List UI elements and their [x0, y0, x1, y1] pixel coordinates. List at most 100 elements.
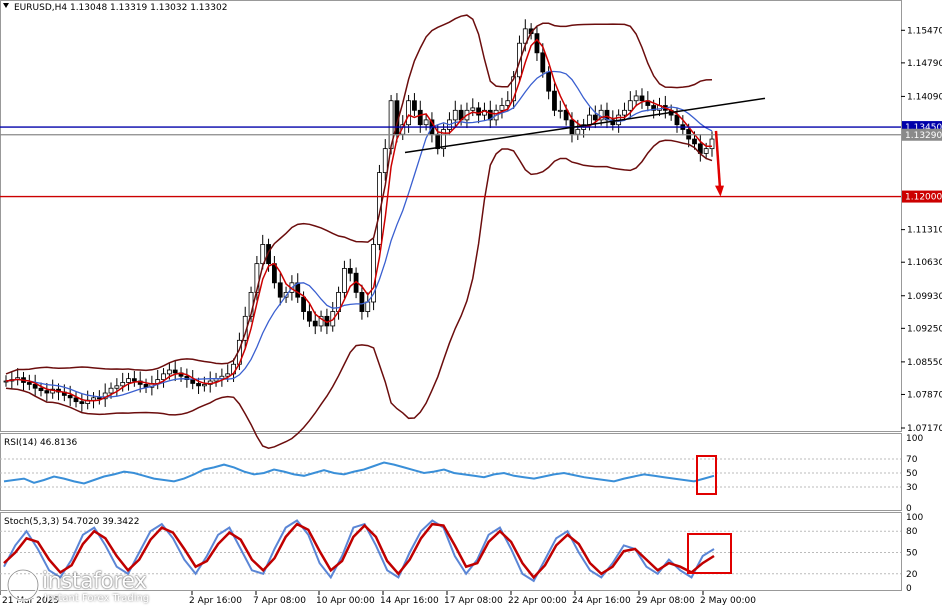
x-tick-label: 29 Apr 08:00 [636, 596, 695, 606]
candle-body [108, 387, 114, 394]
candle-body [96, 397, 102, 400]
x-tick-label: 10 Apr 00:00 [316, 596, 375, 606]
rsi-y-tick-label: 100 [906, 434, 923, 444]
candle-body [126, 378, 131, 383]
main-panel-frame [0, 0, 902, 432]
candle-body [622, 109, 627, 116]
candle-body [423, 119, 429, 126]
candle-body [166, 369, 172, 375]
candle-body [277, 282, 283, 298]
rsi-y-tick-label: 50 [906, 469, 918, 479]
rsi-line [3, 461, 715, 485]
candle-body [592, 114, 598, 121]
candle-body [301, 296, 306, 312]
y-tick-label: 1.08550 [907, 358, 942, 368]
candle-body [692, 138, 697, 145]
candle-body [435, 133, 441, 150]
candle-body [190, 379, 196, 384]
y-tick-label: 1.14090 [907, 92, 942, 102]
candle-body [312, 320, 318, 327]
y-tick-label: 1.07170 [907, 424, 942, 434]
candle-body [499, 105, 505, 111]
x-tick-label: 14 Apr 16:00 [380, 596, 439, 606]
stoch-header: Stoch(5,3,3) 54.7020 39.3422 [4, 517, 139, 527]
candle-body [452, 109, 458, 121]
brand-name: instaforex [42, 569, 147, 594]
candle-body [703, 148, 709, 154]
price-tag-label: 1.13290 [905, 131, 942, 141]
x-tick-label: 22 Apr 00:00 [508, 596, 567, 606]
triangle-down-icon[interactable] [3, 3, 9, 8]
instaforex-logo-icon [6, 568, 40, 602]
candle-body [201, 383, 207, 387]
candle-body [120, 382, 126, 387]
candle-body [674, 114, 680, 126]
chart-title: EURUSD,H4 1.13048 1.13319 1.13032 1.1330… [14, 3, 227, 13]
y-tick-label: 1.11310 [907, 226, 942, 236]
candle-body [546, 71, 552, 92]
candle-body [67, 395, 73, 399]
candle-body [412, 100, 417, 111]
y-tick-label: 1.10630 [907, 258, 942, 268]
ma-fast-line [5, 38, 713, 402]
candle-body [161, 373, 166, 381]
candle-body [91, 397, 96, 401]
stoch-y-tick-label: 50 [906, 549, 918, 559]
brand-tagline: Instant Forex Trading [44, 593, 150, 604]
candle-body [534, 33, 540, 54]
x-tick-label: 24 Apr 16:00 [572, 596, 631, 606]
x-tick-label: 17 Apr 08:00 [444, 596, 503, 606]
stoch-y-tick-label: 80 [906, 527, 918, 537]
candle-body [32, 383, 38, 389]
candle-body [633, 95, 639, 102]
candle-body [359, 291, 365, 312]
candle-body [342, 268, 347, 293]
ma-slow-line [5, 70, 713, 398]
chart-canvas: 1.134501.132901.120001.154701.147901.140… [0, 0, 942, 606]
candle-body [540, 52, 546, 73]
candle-body [44, 390, 50, 394]
candle-body [557, 109, 563, 112]
candle-body [79, 401, 85, 404]
candle-body [365, 301, 371, 312]
main-price-layer [0, 14, 901, 449]
bollinger-lower [5, 139, 713, 449]
candle-body [417, 109, 423, 126]
candle-body [38, 387, 44, 392]
candle-body [172, 369, 178, 374]
candle-body [639, 95, 645, 102]
candle-body [114, 385, 120, 389]
rsi-y-tick-label: 30 [906, 483, 918, 493]
y-tick-label: 1.14790 [907, 59, 942, 69]
candle-body [26, 382, 32, 385]
candle-body [131, 378, 137, 382]
candle-body [587, 114, 592, 126]
rsi-y-tick-label: 70 [906, 455, 918, 465]
candle-body [382, 148, 388, 174]
stoch-highlight-box [687, 533, 732, 574]
candle-body [307, 311, 312, 322]
x-tick-label: 7 Apr 08:00 [253, 596, 306, 606]
y-tick-label: 1.09250 [907, 324, 942, 334]
rsi-layer [0, 455, 901, 495]
stoch-y-tick-label: 100 [906, 513, 923, 523]
candle-body [347, 268, 353, 274]
candle-body [73, 397, 79, 403]
stoch-y-tick-label: 20 [906, 570, 918, 580]
candle-body [575, 129, 581, 135]
bollinger-upper [5, 14, 713, 375]
rsi-header: RSI(14) 46.8136 [4, 438, 77, 448]
forecast-arrow-shaft [714, 130, 722, 189]
y-tick-label: 1.07870 [907, 390, 942, 400]
y-tick-label: 1.09930 [907, 292, 942, 302]
x-tick-label: 2 May 00:00 [700, 596, 756, 606]
price-tag-label: 1.12000 [905, 193, 942, 203]
candle-body [470, 107, 476, 111]
x-tick-label: 2 Apr 16:00 [189, 596, 242, 606]
instaforex-logo: instaforex Instant Forex Trading [4, 566, 180, 606]
candle-body [627, 100, 633, 111]
stoch-y-tick-label: 0 [906, 584, 912, 594]
candle-body [196, 383, 201, 387]
candle-body [406, 100, 411, 126]
candle-body [505, 100, 511, 106]
